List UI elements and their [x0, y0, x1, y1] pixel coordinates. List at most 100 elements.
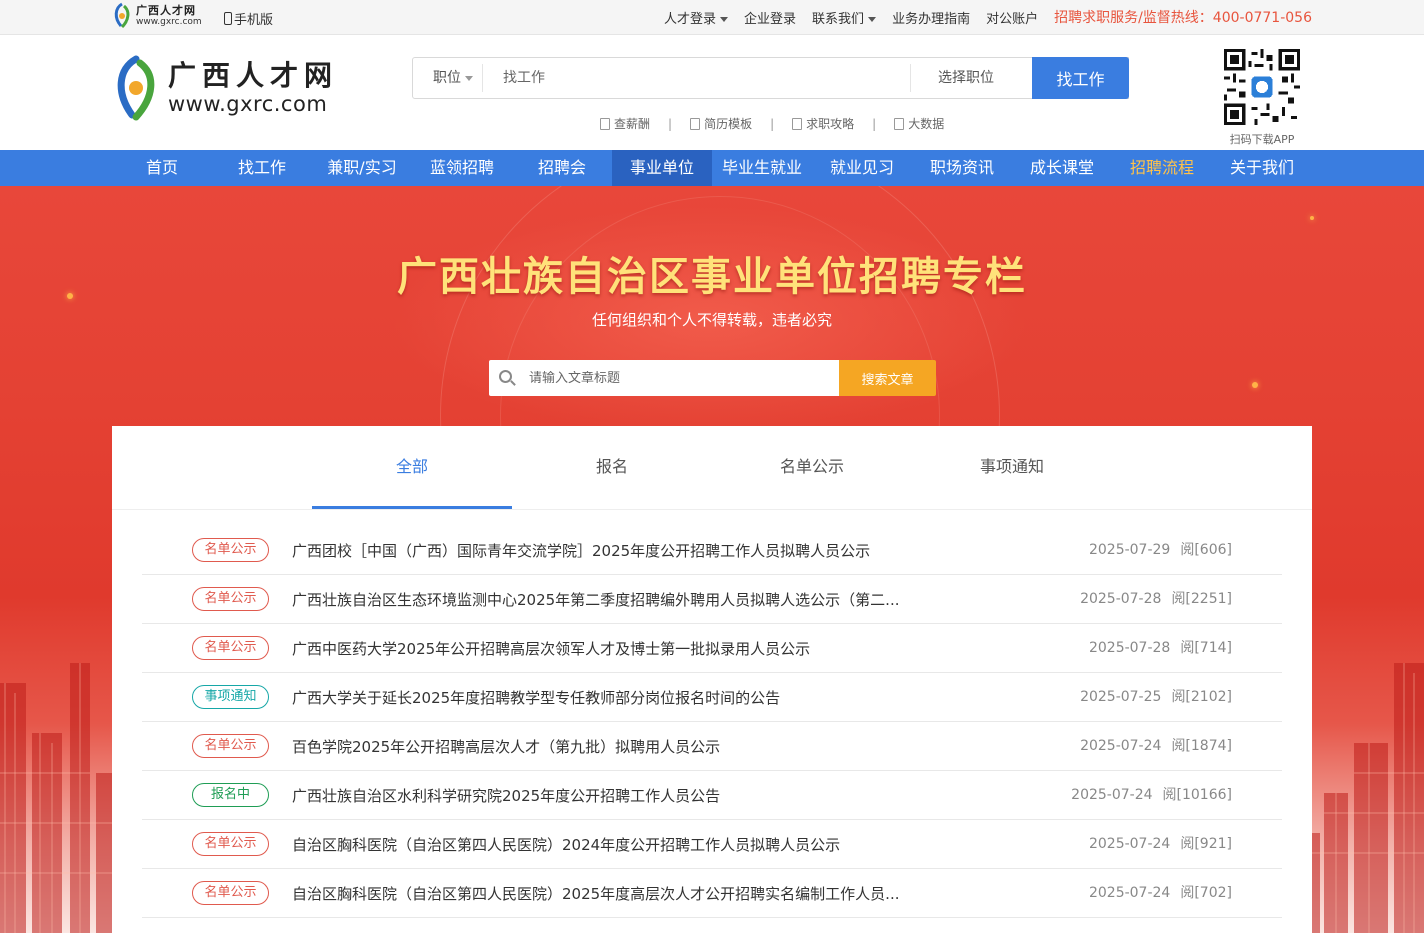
nav-item[interactable]: 招聘流程: [1112, 150, 1212, 186]
header-sublink[interactable]: 求职攻略: [792, 115, 854, 132]
mini-logo[interactable]: 广西人才网 www.gxrc.com: [112, 2, 202, 30]
article-title-link[interactable]: 广西中医药大学2025年公开招聘高层次领军人才及博士第一批拟录用人员公示: [292, 638, 937, 659]
category-tab[interactable]: 全部: [312, 426, 512, 509]
hotline-text: 招聘求职服务/监督热线：400-0771-056: [1054, 10, 1312, 26]
top-link-label: 对公账户: [986, 11, 1039, 27]
nav-item[interactable]: 事业单位: [612, 150, 712, 186]
category-tab[interactable]: 事项通知: [912, 426, 1112, 509]
category-tab[interactable]: 名单公示: [712, 426, 912, 509]
article-views: 阅[10166]: [1162, 787, 1232, 803]
nav-item[interactable]: 首页: [112, 150, 212, 186]
app-qr-block: 扫码下载APP: [1224, 49, 1300, 147]
article-row[interactable]: 名单公示 广西团校［中国（广西）国际青年交流学院］2025年度公开招聘工作人员拟聘…: [142, 526, 1282, 575]
top-bar: 广西人才网 www.gxrc.com 手机版 人才登录 企业登录 联系我们 业务办理指…: [0, 0, 1424, 35]
article-views: 阅[606]: [1180, 542, 1232, 558]
article-views: 阅[2251]: [1171, 591, 1232, 607]
article-title-link[interactable]: 自治区胸科医院（自治区第四人民医院）2024年度公开招聘工作人员拟聘人员公示: [292, 834, 937, 855]
article-date: 2025-07-24: [1088, 885, 1171, 901]
article-row[interactable]: 名单公示 自治区胸科医院（自治区第四人民医院）2024年度公开招聘工作人员拟聘人员…: [142, 820, 1282, 869]
salary-icon: [600, 117, 610, 130]
article-meta: 2025-07-24 阅[702]: [1089, 869, 1232, 918]
header: 广西人才网 www.gxrc.com 职位 选择职位 找工作 查薪酬 | 简历模板 |…: [0, 35, 1424, 150]
search-type-label: 职位: [433, 70, 461, 86]
header-sublink[interactable]: 大数据: [894, 115, 944, 132]
header-sublink-label: 大数据: [908, 117, 945, 131]
article-meta: 2025-07-24 阅[1874]: [1080, 722, 1232, 771]
article-meta: 2025-07-28 阅[2251]: [1080, 575, 1232, 624]
header-sublink-label: 简历模板: [704, 117, 753, 131]
article-panel: 全部 报名 名单公示 事项通知 名单公示 广西团校［中国（广西）国际青年交流学院］202…: [112, 426, 1312, 933]
nav-item[interactable]: 兼职/实习: [312, 150, 412, 186]
article-tag-badge: 名单公示: [192, 636, 269, 660]
article-views: 阅[2102]: [1171, 689, 1232, 705]
nav-item[interactable]: 招聘会: [512, 150, 612, 186]
article-title-link[interactable]: 广西壮族自治区生态环境监测中心2025年第二季度招聘编外聘用人员拟聘人选公示（第…: [292, 589, 937, 610]
top-link[interactable]: 联系我们: [812, 8, 877, 27]
phone-icon: [224, 12, 232, 25]
article-views: 阅[921]: [1180, 836, 1232, 852]
logo-swirl-icon: [117, 55, 155, 121]
qr-code-icon: [1224, 49, 1300, 125]
header-sublink-label: 求职攻略: [806, 117, 855, 131]
article-row[interactable]: 事项通知 广西大学关于延长2025年度招聘教学型专任教师部分岗位报名时间的公告 20…: [142, 673, 1282, 722]
article-views: 阅[714]: [1180, 640, 1232, 656]
article-row[interactable]: 名单公示 自治区胸科医院（自治区第四人民医院）2025年度高层次人才公开招聘实名编…: [142, 869, 1282, 918]
article-views: 阅[1874]: [1171, 738, 1232, 754]
search-type-dropdown[interactable]: 职位: [413, 64, 483, 92]
article-title-link[interactable]: 广西团校［中国（广西）国际青年交流学院］2025年度公开招聘工作人员拟聘人员公示: [292, 540, 937, 561]
find-job-button[interactable]: 找工作: [1032, 57, 1129, 99]
banner-sparkle: [1310, 216, 1314, 220]
banner-title: 广西壮族自治区事业单位招聘专栏: [397, 254, 1027, 300]
mobile-version-link[interactable]: 手机版: [224, 9, 273, 28]
article-meta: 2025-07-29 阅[606]: [1089, 526, 1232, 575]
article-date: 2025-07-24: [1071, 787, 1153, 803]
job-search-input[interactable]: [483, 59, 910, 97]
top-link[interactable]: 企业登录: [744, 8, 796, 27]
chevron-down-icon: [720, 16, 729, 22]
article-title-link[interactable]: 自治区胸科医院（自治区第四人民医院）2025年度高层次人才公开招聘实名编制工作人…: [292, 883, 937, 904]
nav-item[interactable]: 就业见习: [812, 150, 912, 186]
top-link-label: 企业登录: [744, 11, 797, 27]
article-row[interactable]: 名单公示 百色学院2025年公开招聘高层次人才（第九批）拟聘用人员公示 2025-0…: [142, 722, 1282, 771]
article-meta: 2025-07-25 阅[2102]: [1080, 673, 1232, 722]
top-link[interactable]: 业务办理指南: [892, 8, 970, 27]
resume-template-icon: [690, 117, 701, 130]
top-link[interactable]: 对公账户: [986, 8, 1038, 27]
logo-swirl-icon: [114, 2, 130, 29]
divider: |: [770, 116, 775, 131]
article-title-link[interactable]: 广西大学关于延长2025年度招聘教学型专任教师部分岗位报名时间的公告: [292, 687, 937, 708]
article-date: 2025-07-29: [1088, 542, 1171, 558]
main-nav-list: 首页 找工作 兼职/实习 蓝领招聘 招聘会 事业单位 毕业生就业 就业见习 职场资讯 成长课堂 招聘…: [112, 150, 1312, 186]
top-link-label: 人才登录: [664, 11, 717, 27]
article-title-link[interactable]: 百色学院2025年公开招聘高层次人才（第九批）拟聘用人员公示: [292, 736, 937, 757]
site-logo[interactable]: 广西人才网 www.gxrc.com: [112, 55, 338, 121]
article-date: 2025-07-24: [1088, 836, 1171, 852]
chart-icon: [894, 117, 905, 130]
top-link-label: 业务办理指南: [892, 11, 971, 27]
header-sublinks: 查薪酬 | 简历模板 | 求职攻略 | 大数据: [600, 115, 944, 132]
article-row[interactable]: 名单公示 广西中医药大学2025年公开招聘高层次领军人才及博士第一批拟录用人员公示…: [142, 624, 1282, 673]
article-date: 2025-07-28: [1080, 591, 1162, 607]
nav-item[interactable]: 找工作: [212, 150, 312, 186]
search-article-button[interactable]: 搜索文章: [839, 360, 936, 396]
top-links: 人才登录 企业登录 联系我们 业务办理指南 对公账户 招聘求职服务/监督热线：400-07…: [664, 0, 1312, 34]
top-link[interactable]: 人才登录: [664, 8, 729, 27]
nav-item[interactable]: 成长课堂: [1012, 150, 1112, 186]
nav-item[interactable]: 毕业生就业: [712, 150, 812, 186]
article-row[interactable]: 名单公示 广西壮族自治区生态环境监测中心2025年第二季度招聘编外聘用人员拟聘人选…: [142, 575, 1282, 624]
header-sublink[interactable]: 简历模板: [690, 115, 752, 132]
header-sublink[interactable]: 查薪酬: [600, 115, 650, 132]
category-tab[interactable]: 报名: [512, 426, 712, 509]
search-icon: [499, 370, 516, 386]
article-tag-badge: 名单公示: [192, 881, 269, 905]
job-tips-icon: [792, 117, 803, 130]
nav-item[interactable]: 关于我们: [1212, 150, 1312, 186]
article-date: 2025-07-25: [1080, 689, 1162, 705]
nav-item[interactable]: 蓝领招聘: [412, 150, 512, 186]
article-row[interactable]: 报名中 广西壮族自治区水利科学研究院2025年度公开招聘工作人员公告 2025-07…: [142, 771, 1282, 820]
article-search-input[interactable]: [529, 370, 809, 386]
nav-item[interactable]: 职场资讯: [912, 150, 1012, 186]
divider: |: [668, 116, 673, 131]
article-title-link[interactable]: 广西壮族自治区水利科学研究院2025年度公开招聘工作人员公告: [292, 785, 937, 806]
category-tabs: 全部 报名 名单公示 事项通知: [112, 426, 1312, 510]
